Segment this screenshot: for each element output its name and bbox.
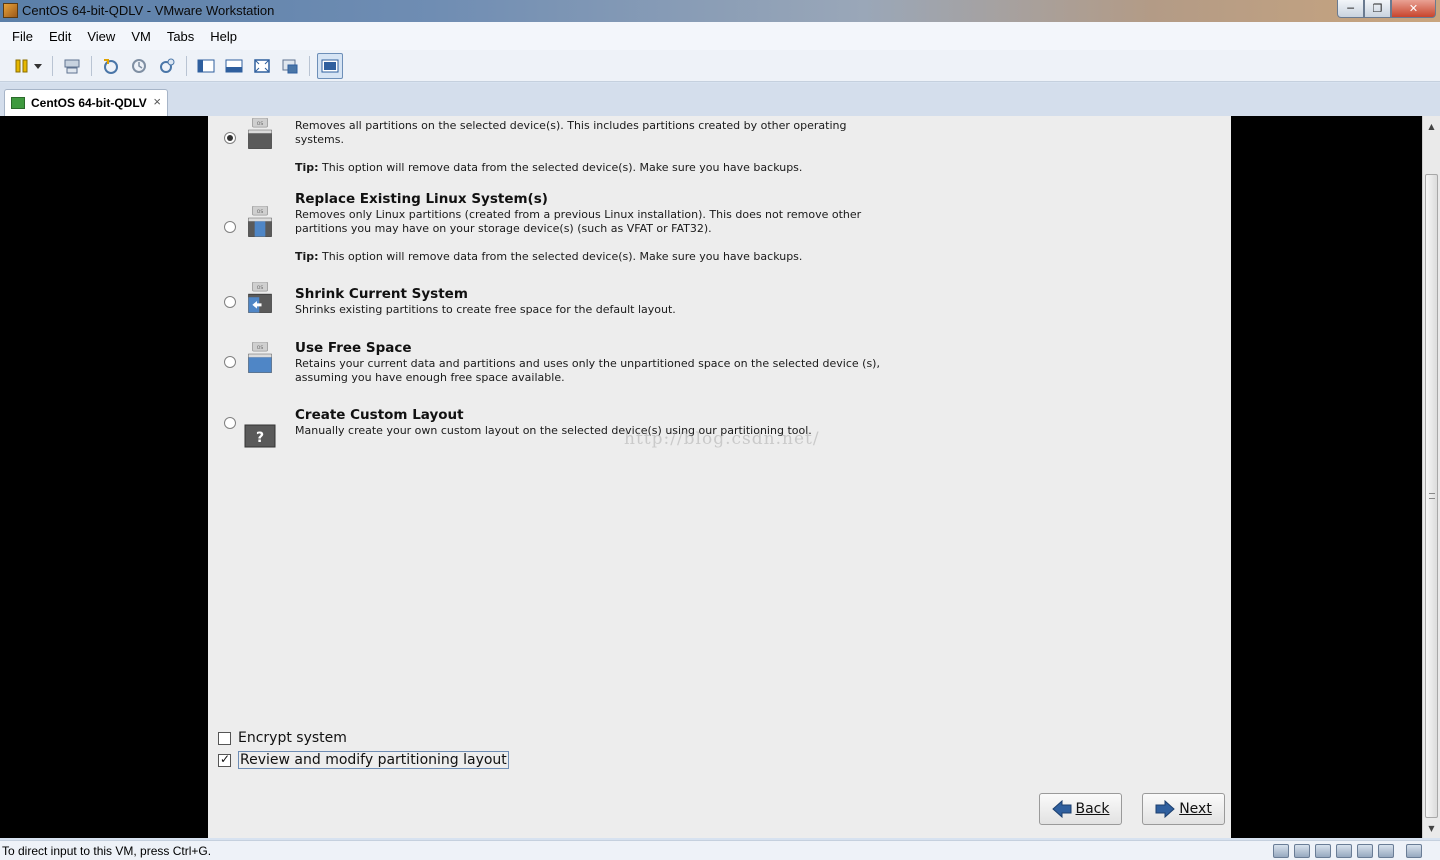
console-view-icon[interactable]	[197, 57, 215, 75]
os-disk-icon: OS	[248, 342, 272, 373]
quick-switch-icon[interactable]	[225, 57, 243, 75]
hard-disk-icon[interactable]	[1273, 844, 1289, 858]
radio-use-all-space[interactable]	[224, 132, 236, 144]
printer-icon[interactable]	[1357, 844, 1373, 858]
encrypt-system-label[interactable]: Encrypt system	[238, 730, 347, 746]
vm-display[interactable]: OS Removes all partitions on the selecte…	[0, 116, 1422, 838]
window-title: CentOS 64-bit-QDLV - VMware Workstation	[22, 3, 275, 18]
unity-icon[interactable]	[281, 57, 299, 75]
scroll-down-icon[interactable]: ▼	[1423, 820, 1440, 836]
os-disk-icon: OS	[248, 118, 272, 149]
menu-view[interactable]: View	[79, 29, 123, 44]
option-description: Shrinks existing partitions to create fr…	[295, 303, 676, 316]
tab-strip: CentOS 64-bit-QDLV ×	[0, 83, 1440, 116]
menu-vm[interactable]: VM	[123, 29, 159, 44]
network-icon[interactable]	[63, 57, 81, 75]
watermark-text: http://blog.csdn.net/	[624, 429, 820, 449]
next-arrow-icon	[1155, 800, 1175, 818]
power-icon[interactable]	[13, 57, 31, 75]
scroll-grip-icon	[1429, 493, 1435, 499]
toolbar-separator	[186, 55, 187, 76]
message-log-icon[interactable]	[1406, 844, 1422, 858]
next-button-label: Next	[1179, 801, 1212, 817]
thumbnail-view-icon[interactable]	[317, 52, 343, 79]
option-description: Removes all partitions on the selected d…	[295, 119, 847, 146]
toolbar	[0, 50, 1440, 82]
option-tip: Tip: This option will remove data from t…	[295, 161, 803, 174]
option-tip: Tip: This option will remove data from t…	[295, 250, 803, 263]
svg-text:?: ?	[256, 430, 264, 446]
full-screen-icon[interactable]	[253, 57, 271, 75]
option-title: Replace Existing Linux System(s)	[295, 191, 548, 207]
os-disk-icon: OS	[248, 282, 272, 313]
radio-use-free-space[interactable]	[224, 356, 236, 368]
radio-custom-layout[interactable]	[224, 417, 236, 429]
svg-text:OS: OS	[257, 285, 264, 291]
window-title-bar: CentOS 64-bit-QDLV - VMware Workstation …	[0, 0, 1440, 22]
menu-file[interactable]: File	[4, 29, 41, 44]
back-button-label: Back	[1075, 801, 1110, 817]
radio-shrink-system[interactable]	[224, 296, 236, 308]
question-disk-icon: ?	[244, 424, 276, 448]
dropdown-arrow-icon[interactable]	[34, 57, 42, 75]
floppy-icon[interactable]	[1315, 844, 1331, 858]
review-layout-checkbox[interactable]	[218, 752, 231, 767]
menu-bar: File Edit View VM Tabs Help	[0, 22, 1440, 50]
minimize-button[interactable]: ─	[1337, 0, 1364, 18]
tab-label: CentOS 64-bit-QDLV	[31, 96, 147, 110]
snapshot-manager-icon[interactable]	[158, 57, 176, 75]
back-arrow-icon	[1051, 800, 1072, 818]
toolbar-separator	[309, 55, 310, 76]
option-title: Use Free Space	[295, 340, 412, 356]
vertical-scrollbar[interactable]: ▲ ▼	[1422, 116, 1440, 838]
os-icon-label: OS	[257, 121, 264, 127]
next-button[interactable]: Next	[1142, 793, 1225, 825]
option-description: Removes only Linux partitions (created f…	[295, 208, 862, 235]
status-bar: To direct input to this VM, press Ctrl+G…	[0, 840, 1440, 860]
menu-tabs[interactable]: Tabs	[159, 29, 202, 44]
restore-button[interactable]: ❐	[1364, 0, 1391, 18]
sound-icon[interactable]	[1378, 844, 1394, 858]
encrypt-system-row[interactable]: Encrypt system	[218, 728, 347, 748]
os-disk-icon: OS	[248, 206, 272, 237]
option-title: Shrink Current System	[295, 286, 468, 302]
back-button[interactable]: Back	[1039, 793, 1122, 825]
tab-centos-vm[interactable]: CentOS 64-bit-QDLV ×	[4, 89, 168, 116]
close-button[interactable]: ✕	[1391, 0, 1436, 18]
toolbar-separator	[91, 55, 92, 76]
option-title: Create Custom Layout	[295, 407, 464, 423]
scroll-up-icon[interactable]: ▲	[1423, 118, 1440, 134]
option-description: Retains your current data and partitions…	[295, 357, 880, 384]
vmware-app-icon	[3, 3, 18, 18]
review-layout-row[interactable]: Review and modify partitioning layout	[218, 750, 509, 770]
svg-text:OS: OS	[257, 345, 264, 351]
menu-help[interactable]: Help	[202, 29, 245, 44]
toolbar-separator	[52, 55, 53, 76]
scroll-thumb[interactable]	[1425, 174, 1438, 818]
revert-snapshot-icon[interactable]	[130, 57, 148, 75]
status-text: To direct input to this VM, press Ctrl+G…	[2, 843, 212, 858]
network-adapter-icon[interactable]	[1336, 844, 1352, 858]
close-tab-icon[interactable]: ×	[153, 94, 161, 109]
snapshot-icon[interactable]	[102, 57, 120, 75]
cd-dvd-icon[interactable]	[1294, 844, 1310, 858]
svg-text:OS: OS	[257, 209, 264, 215]
vm-running-icon	[11, 97, 25, 109]
radio-replace-linux[interactable]	[224, 221, 236, 233]
menu-edit[interactable]: Edit	[41, 29, 79, 44]
encrypt-system-checkbox[interactable]	[218, 731, 231, 745]
review-layout-label[interactable]: Review and modify partitioning layout	[238, 751, 509, 769]
installer-screen: OS Removes all partitions on the selecte…	[208, 116, 1231, 838]
